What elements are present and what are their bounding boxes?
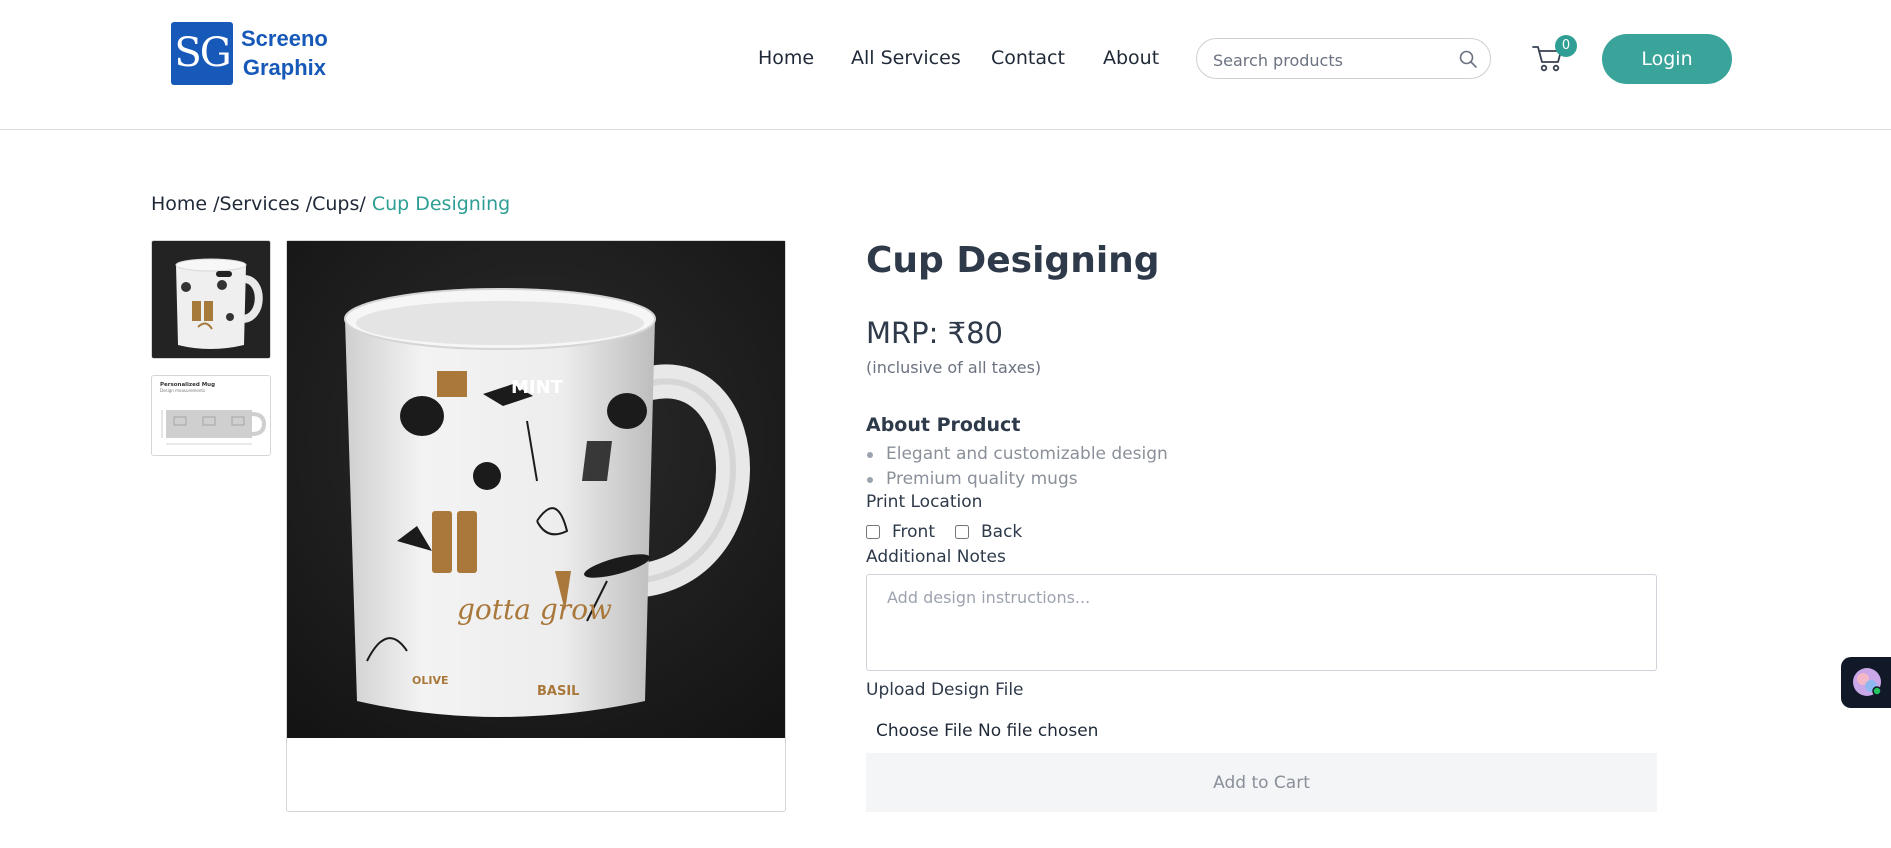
breadcrumb-trail[interactable]: Home /Services /Cups/ — [151, 193, 366, 215]
feature-list: Elegant and customizable design Premium … — [866, 442, 1168, 492]
print-back-option[interactable]: Back — [955, 522, 1022, 542]
nav-all-services[interactable]: All Services — [851, 47, 961, 69]
cart-count-badge: 0 — [1555, 35, 1577, 57]
thumbnail-mug-photo[interactable] — [151, 240, 271, 359]
assistant-avatar-icon — [1853, 668, 1882, 696]
mug-thumbnail-image — [152, 241, 270, 358]
print-back-label: Back — [981, 522, 1023, 542]
search-icon[interactable] — [1458, 49, 1478, 69]
additional-notes-label: Additional Notes — [866, 547, 1006, 567]
logo-line-2: Graphix — [242, 55, 326, 80]
mug-print-basil: BASIL — [537, 684, 579, 699]
print-front-checkbox[interactable] — [866, 525, 880, 539]
logo-mark: SG — [171, 22, 233, 85]
breadcrumb: Home /Services /Cups/ Cup Designing — [151, 193, 510, 215]
about-product-heading: About Product — [866, 414, 1021, 436]
file-upload-input[interactable]: Choose File No file chosen — [876, 721, 1098, 741]
login-button[interactable]: Login — [1602, 34, 1732, 84]
feature-item: Elegant and customizable design — [866, 442, 1168, 467]
logo-line-1: Screeno — [241, 26, 328, 51]
thumbnail-subtitle: Design measurements — [160, 388, 205, 393]
search-box — [1196, 38, 1491, 79]
logo[interactable]: SG Screeno Graphix — [171, 22, 331, 86]
add-to-cart-button[interactable]: Add to Cart — [866, 753, 1657, 812]
mug-photo: MINT gotta grow OLIVE BASIL — [287, 241, 785, 738]
tax-note: (inclusive of all taxes) — [866, 358, 1042, 377]
site-header: SG Screeno Graphix Home All Services Con… — [0, 0, 1891, 130]
print-back-checkbox[interactable] — [955, 525, 969, 539]
measurements-thumbnail-image: Personalized Mug Design measurements — [152, 376, 270, 455]
print-front-label: Front — [892, 522, 935, 542]
print-front-option[interactable]: Front — [866, 522, 935, 542]
thumbnail-mug-measurements[interactable]: Personalized Mug Design measurements — [151, 375, 271, 456]
main-product-image[interactable]: MINT gotta grow OLIVE BASIL — [287, 241, 785, 738]
breadcrumb-current: Cup Designing — [371, 193, 511, 215]
feature-item: Premium quality mugs — [866, 467, 1168, 492]
chat-widget[interactable] — [1841, 657, 1891, 708]
mug-print-mint: MINT — [511, 377, 564, 398]
mug-print-gotta-grow: gotta grow — [457, 593, 612, 626]
upload-design-label: Upload Design File — [866, 680, 1024, 700]
additional-notes-textarea[interactable] — [866, 574, 1657, 671]
nav-about[interactable]: About — [1103, 47, 1159, 69]
mug-print-olive: OLIVE — [412, 674, 448, 687]
nav-home[interactable]: Home — [758, 47, 814, 69]
nav-contact[interactable]: Contact — [991, 47, 1065, 69]
product-title: Cup Designing — [866, 240, 1160, 281]
logo-text: Screeno Graphix — [241, 24, 328, 82]
print-location-label: Print Location — [866, 492, 983, 512]
search-input[interactable] — [1211, 47, 1455, 73]
product-price: MRP: ₹80 — [866, 316, 1003, 350]
